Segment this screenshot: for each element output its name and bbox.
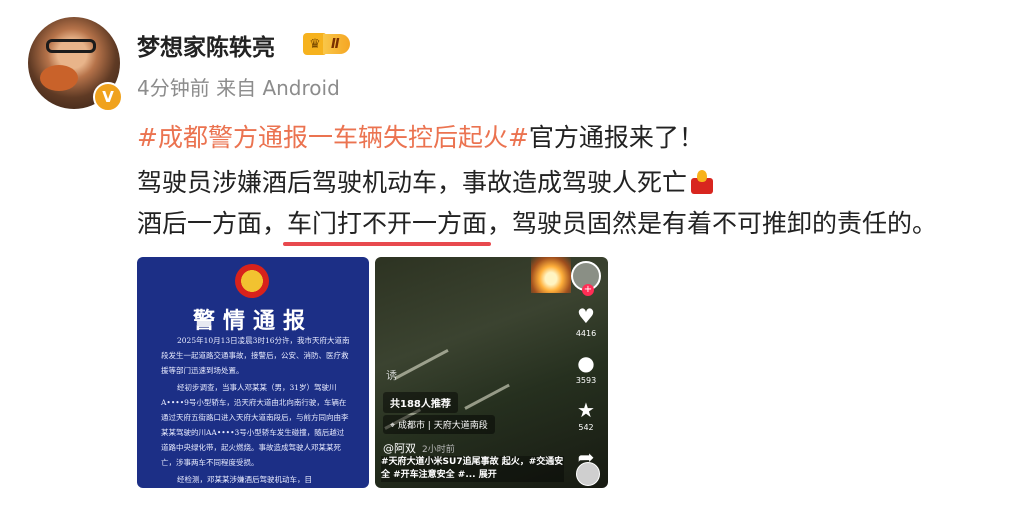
police-notice-image[interactable]: 警情通报 2025年10月13日凌晨3时16分许，我市天府大道南段发生一起道路交… (137, 257, 369, 488)
heart-icon: ♥ (577, 304, 595, 328)
comment-action[interactable]: ● 3593 (576, 352, 596, 385)
location-text: 成都市 | 天府大道南段 (397, 421, 488, 431)
star-icon: ★ (577, 398, 595, 422)
video-action-rail: + ♥ 4416 ● 3593 ★ 542 ➦ 4675 (568, 261, 604, 479)
recommend-count: 共188人推荐 (390, 399, 451, 410)
video-author-line: @阿双 2小时前 (383, 440, 455, 456)
video-watermark: 诱 (386, 369, 397, 382)
notice-title: 警情通报 (192, 308, 313, 334)
location-badge[interactable]: ⌖ 成都市 | 天府大道南段 (383, 415, 495, 434)
post-line-2: 驾驶员涉嫌酒后驾驶机动车，事故造成驾驶人死亡 (137, 163, 715, 199)
comment-count: 3593 (575, 376, 597, 385)
notice-body: 2025年10月13日凌晨3时16分许，我市天府大道南段发生一起道路交通事故，接… (161, 333, 351, 488)
notice-paragraph: 经检测，邓某某涉嫌酒后驾驶机动车，目 (177, 475, 312, 484)
weibo-post: V 梦想家陈轶亮 ♛ Ⅱ 4分钟前 来自 Android #成都警方通报一车辆失… (0, 0, 1015, 508)
post-line-1: #成都警方通报一车辆失控后起火#官方通报来了！ (137, 118, 704, 154)
road-marking (464, 383, 510, 410)
topic-link[interactable]: #成都警方通报一车辆失控后起火# (137, 123, 529, 152)
video-screenshot-image[interactable]: 诱 + ♥ 4416 ● 3593 ★ 542 ➦ 4675 共188人推荐 ⌖… (375, 257, 608, 488)
follow-plus-icon[interactable]: + (582, 284, 594, 296)
level-label: Ⅱ (323, 34, 350, 54)
fire-glow (531, 257, 571, 293)
favorite-action[interactable]: ★ 542 (577, 399, 595, 432)
video-caption[interactable]: #天府大道小米SU7追尾事故 起火，#交通安全 #开车注意安全 #... 展开 (381, 456, 564, 482)
video-time: 2小时前 (422, 445, 455, 455)
level-badge[interactable]: ♛ Ⅱ (303, 32, 350, 56)
notice-paragraph: 2025年10月13日凌晨3时16分许，我市天府大道南段发生一起道路交通事故，接… (161, 336, 350, 375)
avatar-glasses (46, 39, 96, 53)
avatar-food (40, 65, 78, 91)
post-line-1-text: 官方通报来了！ (528, 123, 704, 152)
candle-emoji-icon (689, 170, 715, 194)
post-meta: 4分钟前 来自 Android (137, 76, 340, 100)
comment-icon: ● (577, 351, 595, 375)
video-author-avatar[interactable]: + (571, 261, 601, 296)
police-emblem-icon (235, 264, 269, 298)
author-name[interactable]: 梦想家陈轶亮 (137, 28, 275, 62)
notice-paragraph: 经初步调查，当事人邓某某（男，31岁）驾驶川A••••9号小型轿车，沿天府大道由… (161, 383, 349, 467)
like-action[interactable]: ♥ 4416 (576, 305, 596, 338)
verified-icon: V (93, 82, 123, 112)
post-line-2-text: 驾驶员涉嫌酒后驾驶机动车，事故造成驾驶人死亡 (137, 168, 688, 197)
post-line-3-end: ，驾驶员固然是有着不可推卸的责任的。 (487, 209, 938, 238)
recommend-badge[interactable]: 共188人推荐 (383, 392, 458, 413)
road-marking (394, 349, 449, 380)
post-line-3: 酒后一方面，车门打不开一方面，驾驶员固然是有着不可推卸的责任的。 (137, 204, 938, 246)
favorite-count: 542 (578, 423, 594, 432)
video-author-name[interactable]: @阿双 (383, 442, 416, 455)
music-disc-icon[interactable] (576, 462, 600, 486)
like-count: 4416 (575, 329, 597, 338)
post-line-3-start: 酒后一方面， (137, 209, 288, 238)
location-pin-icon: ⌖ (390, 421, 398, 431)
highlighted-phrase: 车门打不开一方面 (283, 204, 492, 246)
